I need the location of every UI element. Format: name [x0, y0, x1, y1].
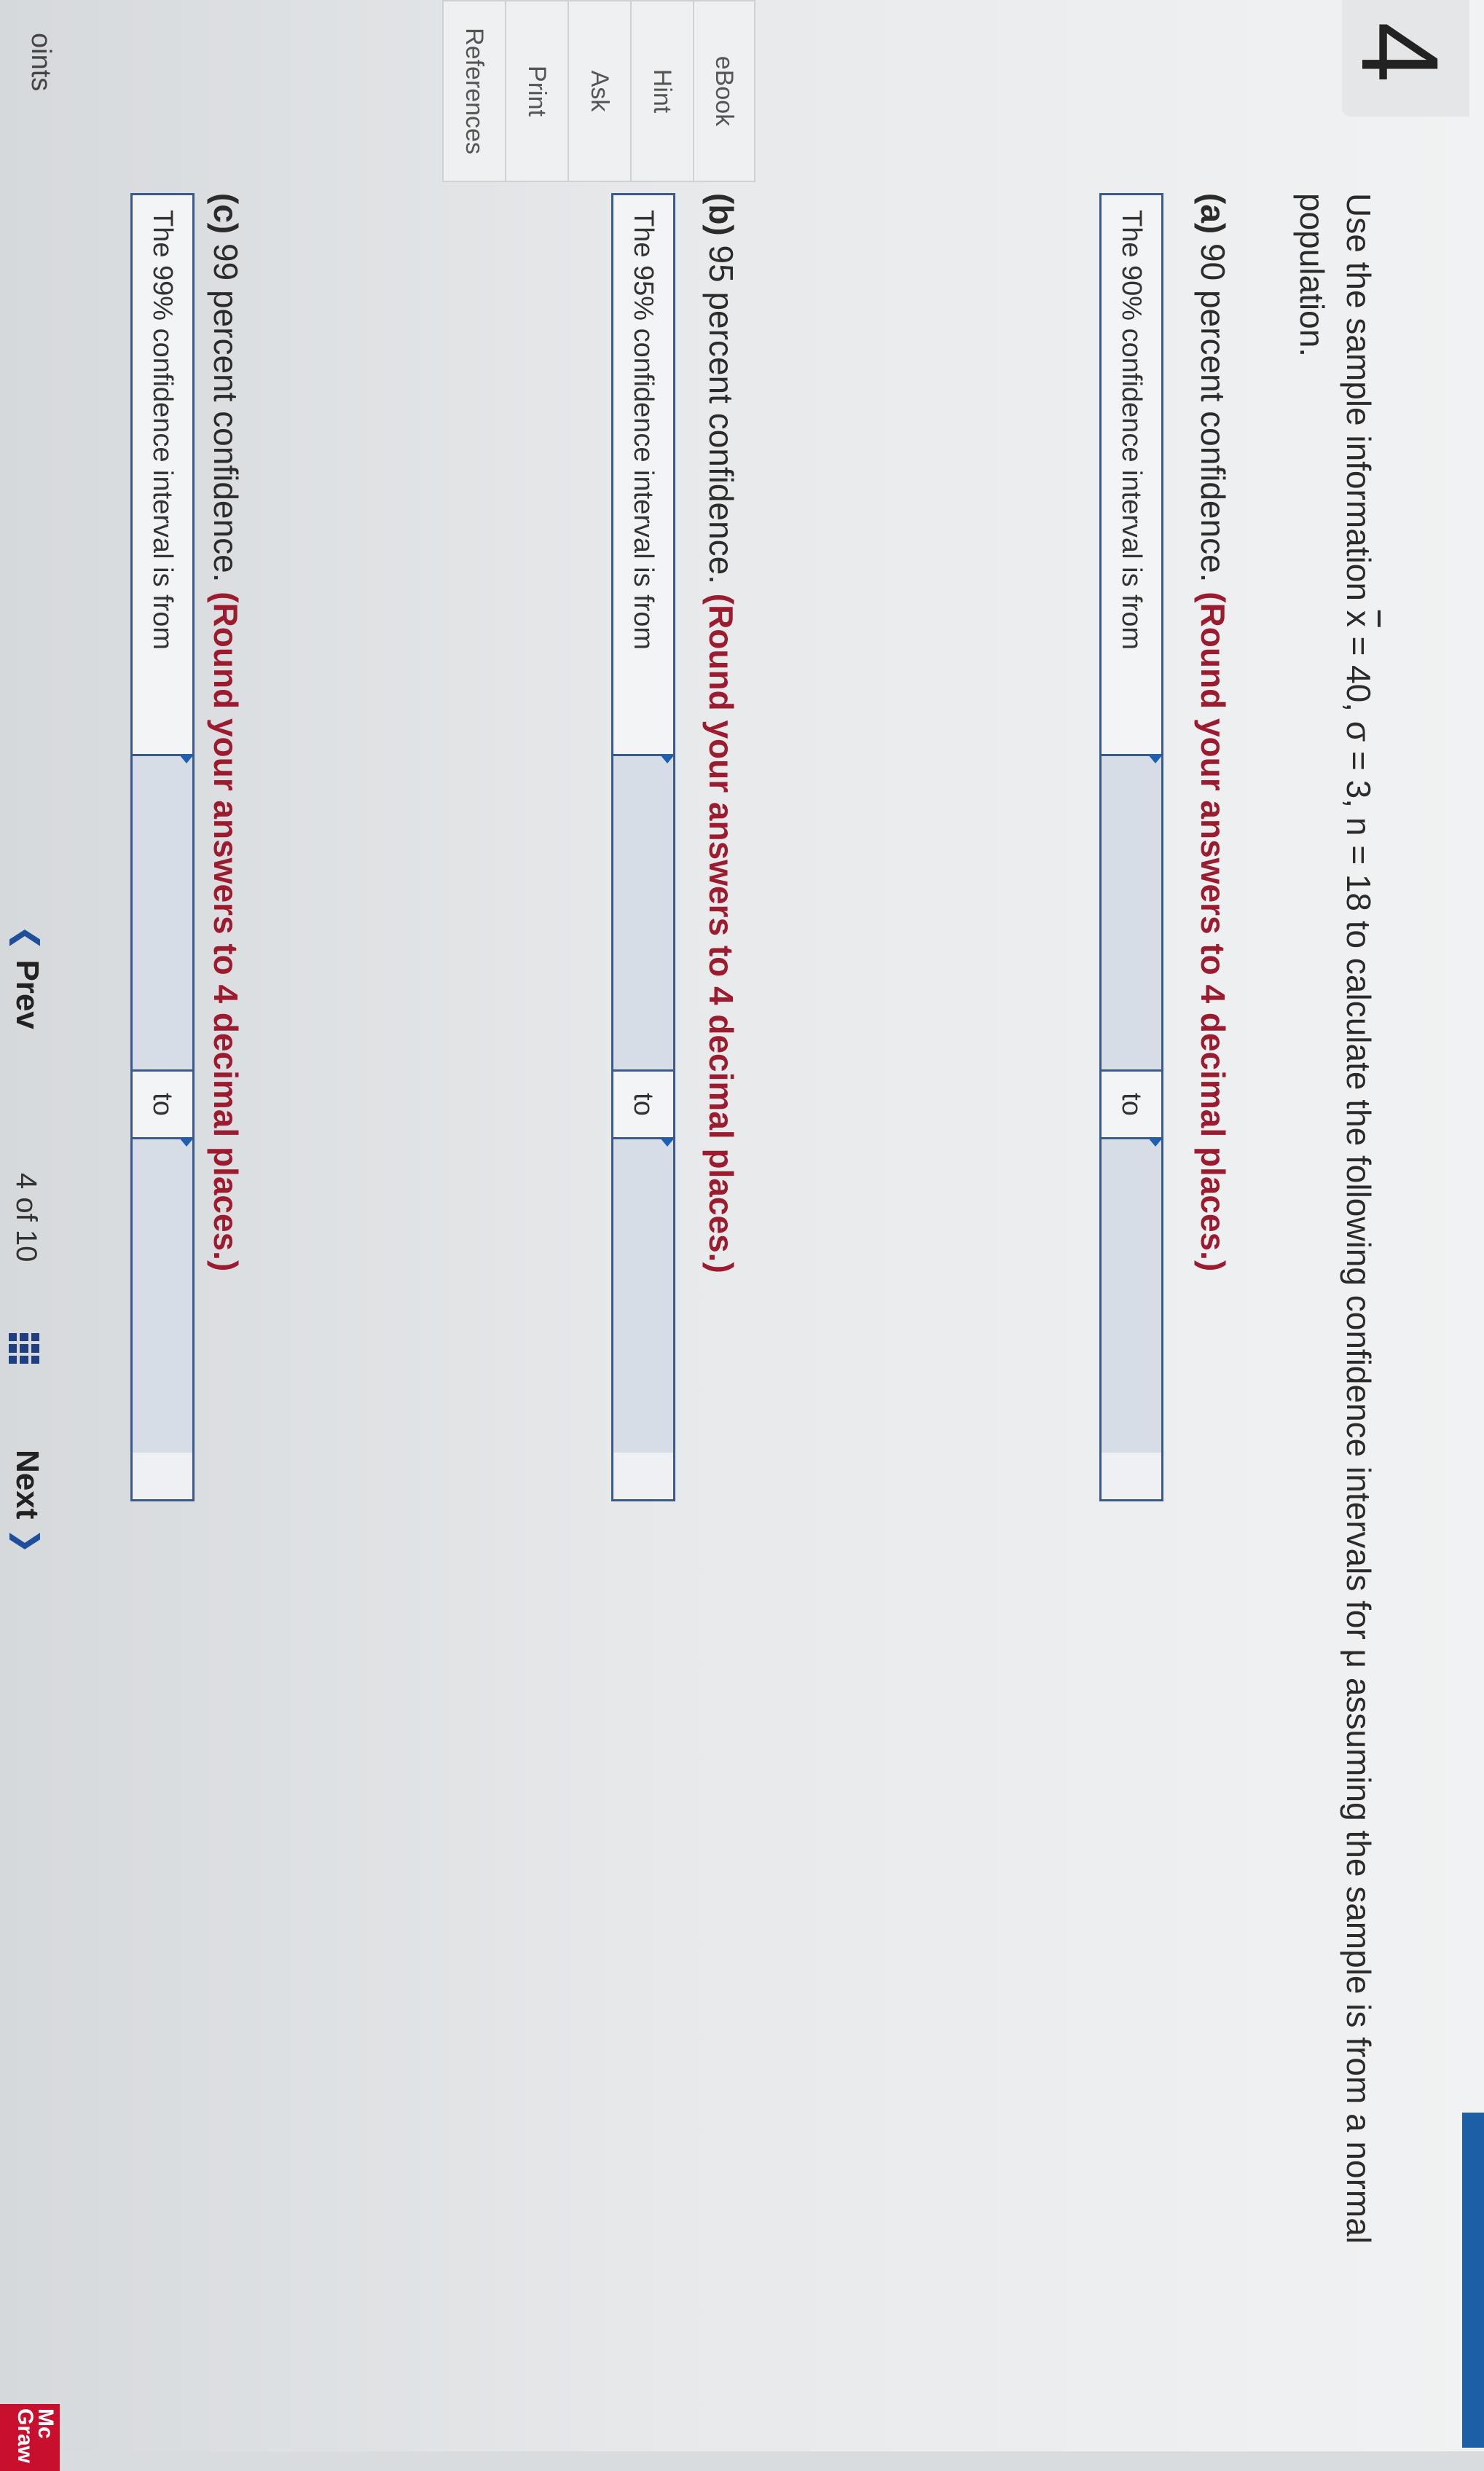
hint-button[interactable]: Hint [630, 0, 693, 182]
part-c-lower-input[interactable] [133, 756, 192, 1072]
part-c-answer-row: The 99% confidence interval is from to [130, 193, 195, 1501]
part-b-interval-label: The 95% confidence interval is from [613, 195, 673, 756]
part-b-title: (b) 95 percent confidence. (Round your a… [702, 193, 741, 1273]
part-b-upper-input[interactable] [613, 1139, 673, 1453]
chevron-right-icon: ❯ [10, 1528, 44, 1554]
brand-line-1: Mc [34, 2408, 58, 2439]
chevron-left-icon: ❮ [10, 925, 44, 951]
part-c-label: (c) [207, 193, 245, 235]
part-b-label: (b) [702, 193, 740, 236]
references-button[interactable]: References [442, 0, 505, 182]
next-button[interactable]: Next ❯ [9, 1450, 45, 1554]
part-b-to-label: to [613, 1072, 673, 1139]
part-c-text: 99 percent confidence. [207, 234, 245, 592]
page-of: of [10, 1197, 42, 1222]
part-a-upper-input[interactable] [1102, 1139, 1161, 1453]
part-b-text: 95 percent confidence. [702, 235, 740, 594]
part-a-title: (a) 90 percent confidence. (Round your a… [1193, 193, 1233, 1271]
question-prompt: Use the sample information x = 40, σ = 3… [1289, 193, 1382, 2342]
part-a-interval-label: The 90% confidence interval is from [1102, 195, 1161, 756]
part-b-lower-input[interactable] [613, 756, 673, 1072]
part-a-round-note: (Round your answers to 4 decimal places.… [1194, 592, 1232, 1272]
part-a-answer-row: The 90% confidence interval is from to [1099, 193, 1163, 1501]
part-c-round-note: (Round your answers to 4 decimal places.… [207, 592, 245, 1272]
prev-button[interactable]: ❮ Prev [9, 925, 45, 1029]
page-total: 10 [10, 1229, 42, 1262]
part-b-answer-row: The 95% confidence interval is from to [611, 193, 675, 1501]
print-button[interactable]: Print [505, 0, 568, 182]
next-label: Next [9, 1450, 45, 1520]
question-page: 4 eBook Hint Ask Print References oints … [0, 0, 1484, 2471]
mcgraw-hill-logo: Mc Graw [0, 2404, 60, 2471]
part-c-upper-input[interactable] [133, 1139, 192, 1453]
brand-line-2: Graw [13, 2408, 37, 2464]
prompt-text-before: Use the sample information [1340, 193, 1378, 610]
xbar-symbol: x [1340, 610, 1378, 627]
question-nav: ❮ Prev 4 of 10 Next ❯ [1, 925, 45, 1654]
part-c-to-label: to [133, 1072, 192, 1139]
question-number: 4 [1339, 22, 1461, 83]
points-label: oints [25, 33, 56, 92]
part-c-interval-label: The 99% confidence interval is from [133, 195, 192, 756]
ebook-button[interactable]: eBook [693, 0, 755, 182]
part-c-title: (c) 99 percent confidence. (Round your a… [206, 193, 246, 1271]
part-a-lower-input[interactable] [1102, 756, 1161, 1072]
question-grid-icon[interactable] [9, 1333, 39, 1364]
part-a-label: (a) [1194, 193, 1232, 235]
prev-label: Prev [9, 959, 45, 1029]
ask-button[interactable]: Ask [568, 0, 630, 182]
part-b-round-note: (Round your answers to 4 decimal places.… [702, 593, 740, 1273]
header-tab-accent[interactable] [1462, 2113, 1484, 2448]
side-panel: eBook Hint Ask Print References [442, 0, 755, 182]
page-indicator: 4 of 10 [9, 1173, 42, 1262]
part-a-to-label: to [1102, 1072, 1161, 1139]
part-a-text: 90 percent confidence. [1194, 234, 1232, 592]
page-current: 4 [10, 1173, 42, 1190]
